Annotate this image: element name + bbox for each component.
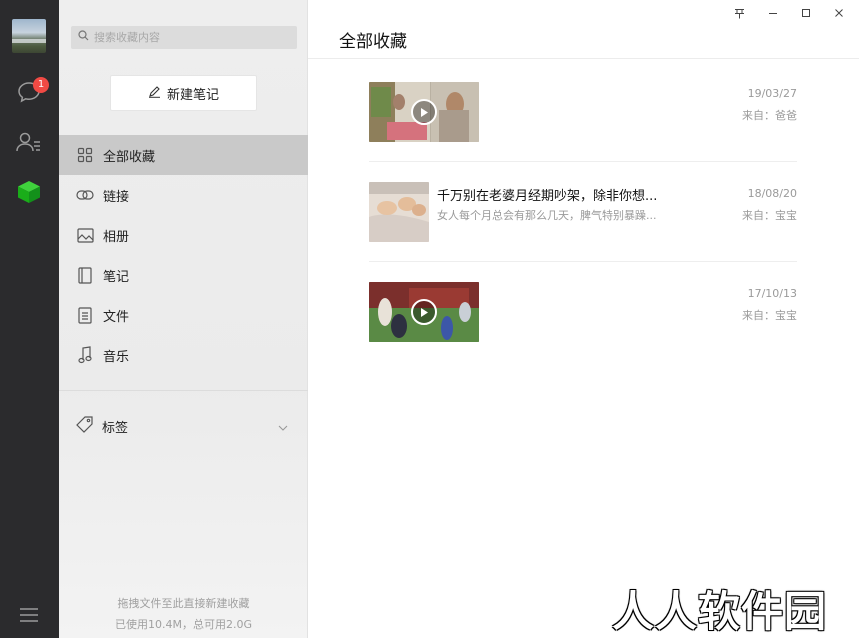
video-thumbnail [369, 82, 479, 142]
image-icon [76, 226, 94, 244]
category-nav: 全部收藏 链接 相册 笔记 文件 音乐 [59, 135, 308, 375]
page-title: 全部收藏 [339, 32, 407, 52]
nav-label: 文件 [103, 309, 130, 325]
close-icon[interactable] [832, 6, 846, 20]
search-box[interactable] [71, 26, 297, 49]
unread-badge: 1 [33, 77, 49, 93]
favorite-item-video[interactable]: 19/03/27 来自：爸爸 [369, 82, 797, 142]
item-source: 来自：爸爸 [742, 109, 797, 122]
nav-item-album[interactable]: 相册 [59, 215, 308, 255]
title-divider [308, 58, 859, 59]
favorite-item-video[interactable]: 17/10/13 来自：宝宝 [369, 282, 797, 342]
contacts-icon[interactable] [15, 128, 43, 156]
maximize-icon[interactable] [799, 6, 813, 20]
drag-hint: 拖拽文件至此直接新建收藏 [117, 597, 250, 610]
item-title: 千万别在老婆月经期吵架，除非你想... [437, 189, 658, 204]
nav-item-links[interactable]: 链接 [59, 175, 308, 215]
menu-icon[interactable] [15, 601, 43, 629]
nav-label: 音乐 [103, 349, 130, 365]
favorites-cube-icon[interactable] [15, 178, 43, 206]
sidebar: 新建笔记 全部收藏 链接 相册 笔记 [59, 0, 308, 638]
article-thumbnail [369, 182, 429, 242]
storage-usage: 已使用10.4M，总可用2.0G [115, 618, 252, 631]
item-separator [369, 161, 797, 162]
sidebar-divider [59, 390, 308, 391]
search-icon [78, 30, 89, 45]
item-date: 18/08/20 [747, 187, 797, 200]
link-icon [76, 186, 94, 204]
chevron-down-icon[interactable] [278, 420, 288, 435]
nav-label: 链接 [103, 189, 130, 205]
file-icon [76, 306, 94, 324]
item-date: 17/10/13 [747, 287, 797, 300]
tag-icon [76, 415, 93, 437]
music-icon [76, 346, 94, 364]
search-input[interactable] [94, 31, 284, 44]
item-source: 来自：宝宝 [742, 309, 797, 322]
tags-label: 标签 [102, 420, 129, 436]
nav-item-notes[interactable]: 笔记 [59, 255, 308, 295]
new-note-button[interactable]: 新建笔记 [110, 75, 257, 111]
item-separator [369, 261, 797, 262]
avatar[interactable] [12, 19, 46, 53]
minimize-icon[interactable] [766, 6, 780, 20]
tags-section[interactable]: 标签 [59, 406, 308, 446]
play-icon [411, 99, 437, 125]
item-date: 19/03/27 [747, 87, 797, 100]
nav-item-files[interactable]: 文件 [59, 295, 308, 335]
left-rail: 1 [0, 0, 59, 638]
note-icon [76, 266, 94, 284]
nav-item-all[interactable]: 全部收藏 [59, 135, 308, 175]
new-note-label: 新建笔记 [166, 87, 219, 103]
nav-item-music[interactable]: 音乐 [59, 335, 308, 375]
play-icon [411, 299, 437, 325]
item-source: 来自：宝宝 [742, 209, 797, 222]
main-panel: 全部收藏 19/03/27 来自：爸爸 千万别在老婆月经期吵架，除非你想... … [308, 0, 859, 638]
favorite-item-article[interactable]: 千万别在老婆月经期吵架，除非你想... 女人每个月总会有那么几天，脾气特别暴躁.… [369, 182, 797, 242]
nav-label: 相册 [103, 229, 130, 245]
item-summary: 女人每个月总会有那么几天，脾气特别暴躁... [437, 209, 657, 222]
watermark: 人人软件园 [612, 587, 828, 636]
pencil-icon [148, 85, 161, 102]
video-thumbnail [369, 282, 479, 342]
nav-label: 笔记 [103, 269, 130, 285]
nav-label: 全部收藏 [103, 149, 156, 165]
pin-icon[interactable] [732, 6, 746, 20]
grid-icon [76, 146, 94, 164]
